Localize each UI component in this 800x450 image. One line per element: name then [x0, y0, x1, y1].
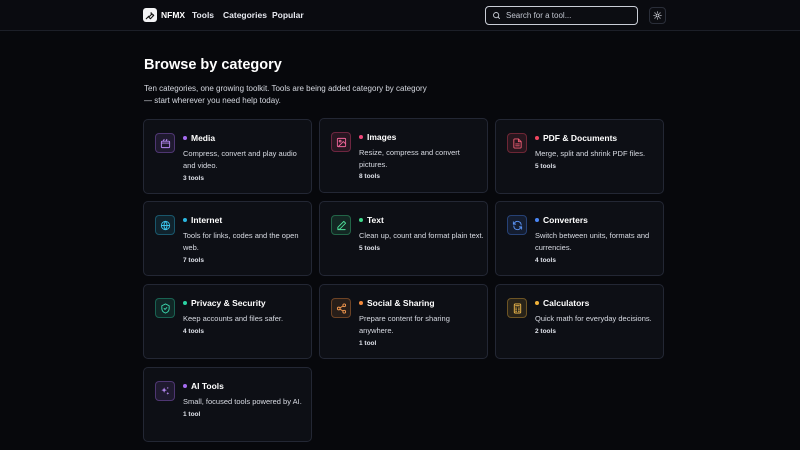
category-card-ai-tools[interactable]: AI Tools Small, focused tools powered by… — [143, 367, 312, 442]
category-tool-count: 3 tools — [183, 175, 204, 182]
category-card-pdf-documents[interactable]: PDF & Documents Merge, split and shrink … — [495, 119, 664, 194]
category-tool-count: 1 tool — [359, 340, 377, 347]
clapperboard-icon — [155, 133, 175, 153]
category-card-converters[interactable]: Converters Switch between units, formats… — [495, 201, 664, 276]
category-description: Keep accounts and files safer. — [183, 314, 284, 323]
category-tool-count: 4 tools — [535, 257, 556, 264]
search-icon — [493, 12, 500, 19]
category-dot — [359, 301, 363, 305]
category-card-calculators[interactable]: Calculators Quick math for everyday deci… — [495, 284, 664, 359]
theme-toggle-button[interactable] — [649, 7, 666, 24]
category-tool-count: 1 tool — [183, 411, 201, 418]
category-title: AI Tools — [191, 381, 224, 391]
category-dot — [183, 218, 187, 222]
category-title: Privacy & Security — [191, 298, 266, 308]
sparkles-icon — [155, 381, 175, 401]
category-description: Small, focused tools powered by AI. — [183, 397, 302, 406]
category-description: Resize, compress and convert pictures. — [359, 148, 460, 169]
search-input[interactable] — [506, 11, 636, 20]
category-title: PDF & Documents — [543, 133, 618, 143]
category-dot — [535, 301, 539, 305]
category-tool-count: 4 tools — [183, 328, 204, 335]
category-card-text[interactable]: Text Clean up, count and format plain te… — [319, 201, 488, 276]
category-dot — [183, 136, 187, 140]
calculator-icon — [507, 298, 527, 318]
category-title: Media — [191, 133, 216, 143]
category-title: Calculators — [543, 298, 590, 308]
category-tool-count: 5 tools — [535, 163, 556, 170]
category-title: Internet — [191, 215, 223, 225]
pencil-icon — [331, 215, 351, 235]
nav-link-categories[interactable]: Categories — [223, 10, 267, 20]
top-navbar: NFMX Tools Categories Popular — [0, 0, 800, 31]
file-text-icon — [507, 133, 527, 153]
category-card-images[interactable]: Images Resize, compress and convert pict… — [319, 118, 488, 193]
category-card-privacy-security[interactable]: Privacy & Security Keep accounts and fil… — [143, 284, 312, 359]
category-tool-count: 5 tools — [359, 245, 380, 252]
category-dot — [535, 136, 539, 140]
category-card-internet[interactable]: Internet Tools for links, codes and the … — [143, 201, 312, 276]
category-description: Quick math for everyday decisions. — [535, 314, 652, 323]
globe-icon — [155, 215, 175, 235]
category-title: Converters — [543, 215, 588, 225]
nav-link-tools[interactable]: Tools — [192, 10, 214, 20]
category-description: Tools for links, codes and the open web. — [183, 231, 299, 252]
category-card-social-sharing[interactable]: Social & Sharing Prepare content for sha… — [319, 284, 488, 359]
category-dot — [535, 218, 539, 222]
shield-check-icon — [155, 298, 175, 318]
category-card-media[interactable]: Media Compress, convert and play audio a… — [143, 119, 312, 194]
logo-wrench-icon[interactable] — [143, 8, 157, 22]
category-description: Clean up, count and format plain text. — [359, 231, 484, 240]
image-icon — [331, 132, 351, 152]
category-title: Social & Sharing — [367, 298, 435, 308]
category-dot — [359, 218, 363, 222]
category-tool-count: 2 tools — [535, 328, 556, 335]
category-description: Merge, split and shrink PDF files. — [535, 149, 646, 158]
page-title: Browse by category — [144, 57, 282, 73]
category-description: Compress, convert and play audio and vid… — [183, 149, 297, 170]
category-description: Prepare content for sharing anywhere. — [359, 314, 450, 335]
search-box[interactable] — [485, 6, 638, 25]
category-title: Text — [367, 215, 384, 225]
sun-icon — [653, 11, 662, 20]
category-tool-count: 7 tools — [183, 257, 204, 264]
category-dot — [183, 384, 187, 388]
category-dot — [183, 301, 187, 305]
nav-link-popular[interactable]: Popular — [272, 10, 304, 20]
category-dot — [359, 135, 363, 139]
page-description: Ten categories, one growing toolkit. Too… — [144, 84, 427, 105]
share-icon — [331, 298, 351, 318]
category-title: Images — [367, 132, 397, 142]
logo-text[interactable]: NFMX — [161, 10, 185, 20]
refresh-icon — [507, 215, 527, 235]
category-description: Switch between units, formats and curren… — [535, 231, 650, 252]
category-tool-count: 8 tools — [359, 173, 380, 180]
